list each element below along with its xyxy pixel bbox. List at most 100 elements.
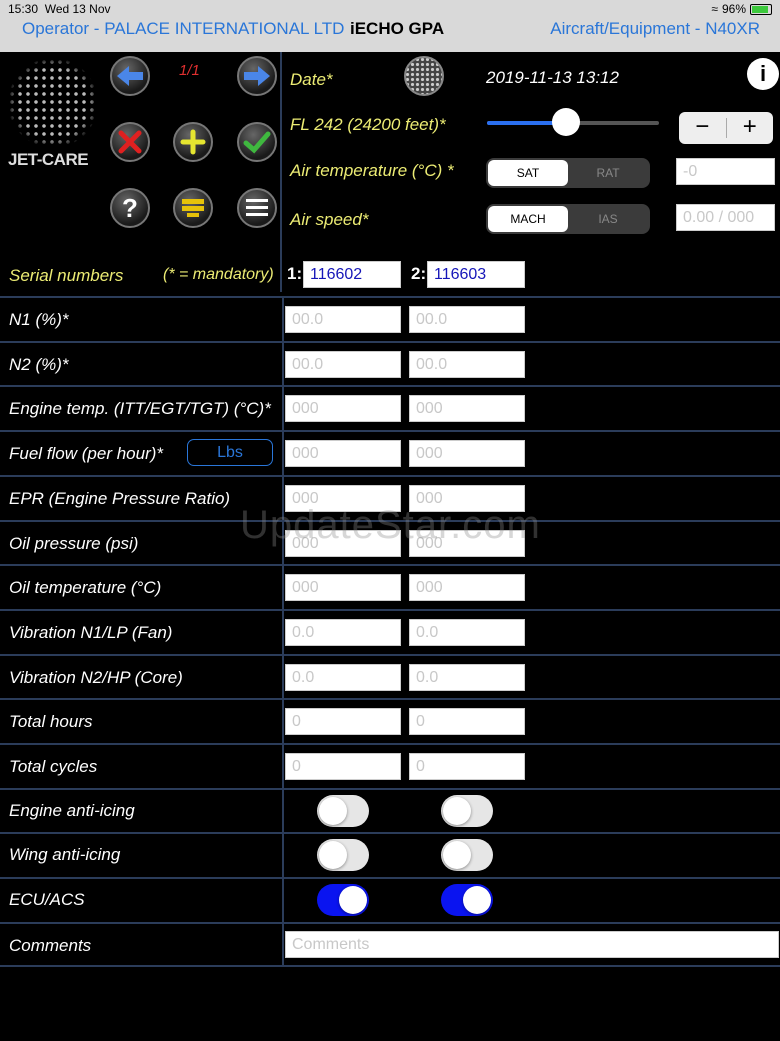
engine1-value-input[interactable]: 00.0: [285, 350, 401, 378]
status-time-date: 15:30 Wed 13 Nov: [8, 2, 111, 16]
arrow-left-icon: [117, 66, 143, 86]
next-button[interactable]: [237, 56, 277, 96]
arrow-right-icon: [244, 66, 270, 86]
engine2-value-input[interactable]: 000: [409, 440, 525, 468]
stepper-minus-button[interactable]: −: [679, 112, 726, 144]
add-button[interactable]: [173, 122, 213, 162]
row-label: N2 (%)*: [9, 354, 69, 374]
aircraft-link[interactable]: Aircraft/Equipment - N40XR: [550, 19, 760, 39]
delete-button[interactable]: [110, 122, 150, 162]
engine1-toggle-switch[interactable]: [317, 884, 369, 917]
engine2-value-input[interactable]: 0: [409, 753, 525, 780]
fuel-unit-button[interactable]: Lbs: [187, 439, 273, 466]
checkmark-icon: [243, 131, 271, 154]
info-icon[interactable]: i: [747, 58, 779, 90]
serial-numbers-label: Serial numbers: [9, 266, 124, 285]
battery-icon: [750, 3, 772, 15]
engine1-tag: 1:: [287, 264, 303, 283]
previous-button[interactable]: [110, 56, 150, 96]
close-icon: [118, 130, 142, 154]
row-label: Total cycles: [9, 757, 98, 776]
air-temperature-input[interactable]: -0: [676, 158, 775, 185]
row-divider: [0, 698, 780, 701]
logo-dots-icon: [8, 58, 98, 148]
operator-link[interactable]: Operator - PALACE INTERNATIONAL LTD: [22, 19, 344, 39]
engine1-serial-input[interactable]: 116602: [303, 261, 401, 288]
engine1-value-input[interactable]: 000: [285, 440, 401, 468]
row-divider: [0, 385, 780, 388]
row-label: Oil temperature (°C): [9, 578, 162, 598]
stack-button[interactable]: [173, 188, 213, 228]
menu-button[interactable]: [237, 188, 277, 228]
help-button[interactable]: ?: [110, 188, 150, 228]
engine1-toggle-switch[interactable]: [317, 794, 369, 827]
row-divider: [0, 787, 780, 790]
engine1-value-input[interactable]: 0.0: [285, 618, 401, 646]
stepper-plus-button[interactable]: +: [727, 112, 774, 144]
engine2-value-input[interactable]: 00.0: [409, 306, 525, 333]
engine2-serial-input[interactable]: 116603: [427, 261, 525, 288]
row-divider: [0, 922, 780, 924]
flight-level-label: FL 242 (24200 feet)*: [290, 115, 446, 134]
toggle-label: ECU/ACS: [9, 890, 85, 910]
segment-sat[interactable]: SAT: [488, 160, 568, 186]
engine1-value-input[interactable]: 000: [285, 395, 401, 423]
engine1-toggle-switch[interactable]: [317, 839, 369, 872]
engine1-value-input[interactable]: 0.0: [285, 663, 401, 691]
row-divider: [0, 564, 780, 567]
comments-input[interactable]: Comments: [285, 931, 779, 958]
engine2-value-input[interactable]: 0.0: [409, 618, 525, 646]
toggle-label: Engine anti-icing: [9, 800, 135, 820]
engine1-value-input[interactable]: 0: [285, 753, 401, 780]
logo-text: JET-CARE: [8, 150, 89, 169]
air-speed-input[interactable]: 0.00 / 000: [676, 204, 775, 231]
segment-mach[interactable]: MACH: [488, 206, 568, 232]
battery-percent: 96%: [721, 2, 746, 16]
engine2-toggle-switch[interactable]: [441, 839, 493, 872]
row-label: Fuel flow (per hour)*: [9, 444, 164, 464]
engine2-value-input[interactable]: 0: [409, 708, 525, 736]
engine2-value-input[interactable]: 0.0: [409, 663, 525, 691]
flight-level-slider[interactable]: [487, 108, 659, 136]
row-divider: [0, 832, 780, 835]
row-divider: [0, 296, 780, 298]
engine2-value-input[interactable]: 00.0: [409, 350, 525, 378]
air-temperature-segment[interactable]: SAT RAT: [486, 158, 650, 188]
row-label: Total hours: [9, 712, 93, 732]
row-divider: [0, 474, 780, 477]
status-time: 15:30: [8, 2, 39, 16]
segment-rat[interactable]: RAT: [568, 160, 648, 186]
engine1-value-input[interactable]: 00.0: [285, 306, 401, 333]
row-divider: [0, 743, 780, 745]
air-speed-segment[interactable]: MACH IAS: [486, 204, 650, 234]
row-label: Oil pressure (psi): [9, 533, 139, 553]
confirm-button[interactable]: [237, 122, 277, 162]
toggle-label: Wing anti-icing: [9, 845, 121, 865]
header-divider: [280, 52, 282, 292]
row-label: EPR (Engine Pressure Ratio): [9, 488, 231, 508]
row-divider: [0, 340, 780, 343]
row-label: Vibration N1/LP (Fan): [9, 622, 173, 642]
engine1-value-input[interactable]: 0: [285, 708, 401, 736]
air-speed-label: Air speed*: [290, 210, 369, 229]
date-value[interactable]: 2019-11-13 13:12: [486, 68, 619, 88]
engine2-toggle-switch[interactable]: [441, 794, 493, 827]
engine2-toggle-switch[interactable]: [441, 884, 493, 917]
status-right: ≈ 96%: [711, 2, 772, 16]
row-label: Engine temp. (ITT/EGT/TGT) (°C)*: [9, 399, 271, 419]
slider-thumb[interactable]: [552, 108, 581, 136]
calendar-icon[interactable]: [404, 56, 444, 96]
top-bar: 15:30 Wed 13 Nov ≈ 96% Operator - PALACE…: [0, 0, 780, 52]
engine2-tag: 2:: [411, 264, 427, 283]
row-label: N1 (%)*: [9, 310, 69, 329]
plus-icon: [180, 129, 206, 155]
comments-label: Comments: [9, 936, 92, 955]
status-date: Wed 13 Nov: [44, 2, 111, 16]
engine2-value-input[interactable]: 000: [409, 395, 525, 423]
engine2-value-input[interactable]: 000: [409, 574, 525, 602]
flight-level-stepper[interactable]: − +: [679, 112, 773, 144]
help-icon: ?: [122, 192, 138, 223]
engine1-value-input[interactable]: 000: [285, 574, 401, 602]
row-divider: [0, 965, 780, 967]
segment-ias[interactable]: IAS: [568, 206, 648, 232]
